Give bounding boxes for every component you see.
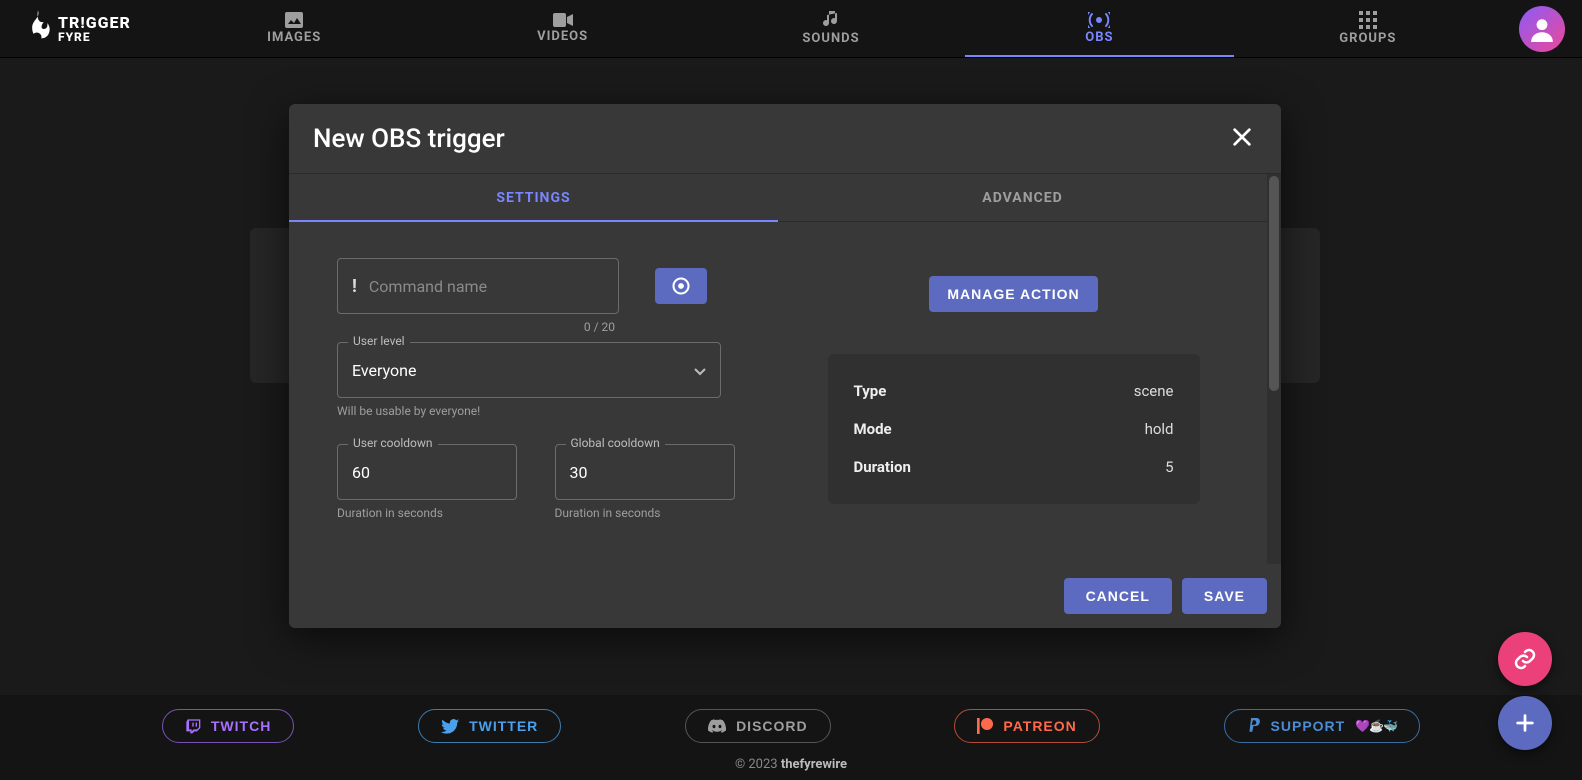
modal-tabs: SETTINGS ADVANCED bbox=[289, 174, 1267, 222]
modal-title: New OBS trigger bbox=[313, 124, 505, 154]
person-icon bbox=[1529, 16, 1555, 42]
redeem-toggle-button[interactable] bbox=[655, 268, 707, 304]
nav-tab-sounds[interactable]: SOUNDS bbox=[697, 0, 965, 57]
global-cooldown-field[interactable]: Global cooldown bbox=[555, 444, 735, 500]
cooldown-row: User cooldown Duration in seconds Global… bbox=[337, 444, 748, 520]
global-cooldown-label: Global cooldown bbox=[566, 436, 665, 450]
user-level-select[interactable]: User level Everyone bbox=[337, 342, 721, 398]
command-name-field[interactable]: ! bbox=[337, 258, 619, 314]
user-cooldown-field[interactable]: User cooldown bbox=[337, 444, 517, 500]
copyright: © 2023 thefyrewire bbox=[0, 757, 1582, 772]
nav-tab-videos[interactable]: VIDEOS bbox=[428, 0, 696, 57]
twitter-icon bbox=[441, 719, 459, 734]
app-logo[interactable]: TR!GGER FYRE bbox=[0, 10, 160, 48]
support-emoji: 💜☕🐳 bbox=[1355, 719, 1397, 733]
music-icon bbox=[823, 11, 839, 29]
modal-body: ! 0 / 20 User level Everyone bbox=[289, 222, 1267, 564]
scrollbar-thumb[interactable] bbox=[1269, 176, 1279, 391]
command-prefix: ! bbox=[352, 276, 357, 297]
manage-action-button[interactable]: MANAGE ACTION bbox=[929, 276, 1097, 312]
user-cooldown-helper: Duration in seconds bbox=[337, 506, 531, 520]
cancel-button[interactable]: CANCEL bbox=[1064, 578, 1172, 614]
broadcast-icon bbox=[1088, 12, 1110, 28]
user-level-label: User level bbox=[348, 334, 410, 348]
bottom-bar: TWITCH TWITTER DISCORD PATREON SUPPORT 💜… bbox=[0, 695, 1582, 780]
user-level-block: User level Everyone Will be usable by ev… bbox=[337, 342, 748, 418]
fab-link-button[interactable] bbox=[1498, 632, 1552, 686]
action-info-card: Type scene Mode hold Duration 5 bbox=[828, 354, 1200, 504]
twitch-icon bbox=[185, 718, 201, 734]
grid-icon bbox=[1359, 11, 1377, 29]
nav-tab-obs[interactable]: OBS bbox=[965, 0, 1233, 57]
top-navigation: TR!GGER FYRE IMAGES VIDEOS SOUNDS OBS GR… bbox=[0, 0, 1582, 58]
user-avatar[interactable] bbox=[1519, 6, 1565, 52]
discord-icon bbox=[708, 719, 726, 733]
social-links: TWITCH TWITTER DISCORD PATREON SUPPORT 💜… bbox=[0, 709, 1582, 743]
close-button[interactable] bbox=[1227, 122, 1257, 155]
twitter-link[interactable]: TWITTER bbox=[418, 709, 561, 743]
image-icon bbox=[285, 12, 303, 28]
user-cooldown-block: User cooldown Duration in seconds bbox=[337, 444, 531, 520]
fab-add-button[interactable] bbox=[1498, 696, 1552, 750]
info-row-duration: Duration 5 bbox=[854, 448, 1174, 486]
video-icon bbox=[553, 13, 573, 27]
nav-tab-groups[interactable]: GROUPS bbox=[1234, 0, 1502, 57]
chevron-down-icon bbox=[694, 361, 706, 380]
modal-scroll-area: SETTINGS ADVANCED ! 0 / 20 U bbox=[289, 173, 1281, 564]
plus-icon bbox=[1514, 712, 1536, 734]
user-cooldown-label: User cooldown bbox=[348, 436, 438, 450]
command-row: ! bbox=[337, 258, 748, 314]
discord-link[interactable]: DISCORD bbox=[685, 709, 831, 743]
modal-footer: CANCEL SAVE bbox=[289, 564, 1281, 628]
save-button[interactable]: SAVE bbox=[1182, 578, 1267, 614]
global-cooldown-block: Global cooldown Duration in seconds bbox=[555, 444, 749, 520]
patreon-icon bbox=[977, 718, 993, 734]
logo-text: TR!GGER FYRE bbox=[58, 15, 131, 43]
user-level-value: Everyone bbox=[352, 361, 694, 380]
flame-icon bbox=[24, 10, 52, 48]
settings-right-column: MANAGE ACTION Type scene Mode hold Durat… bbox=[808, 258, 1219, 520]
patreon-link[interactable]: PATREON bbox=[954, 709, 1099, 743]
info-row-type: Type scene bbox=[854, 372, 1174, 410]
link-icon bbox=[1513, 647, 1537, 671]
info-row-mode: Mode hold bbox=[854, 410, 1174, 448]
avatar-container bbox=[1502, 6, 1582, 52]
command-counter: 0 / 20 bbox=[337, 320, 619, 334]
new-obs-trigger-modal: New OBS trigger SETTINGS ADVANCED ! bbox=[289, 104, 1281, 628]
modal-header: New OBS trigger bbox=[289, 104, 1281, 173]
nav-tab-images[interactable]: IMAGES bbox=[160, 0, 428, 57]
twitch-link[interactable]: TWITCH bbox=[162, 709, 294, 743]
tab-advanced[interactable]: ADVANCED bbox=[778, 174, 1267, 221]
channel-points-icon bbox=[671, 276, 691, 296]
settings-left-column: ! 0 / 20 User level Everyone bbox=[337, 258, 748, 520]
close-icon bbox=[1231, 126, 1253, 148]
support-link[interactable]: SUPPORT 💜☕🐳 bbox=[1224, 709, 1421, 743]
modal-scrollbar[interactable] bbox=[1267, 174, 1281, 564]
nav-tabs: IMAGES VIDEOS SOUNDS OBS GROUPS bbox=[160, 0, 1502, 57]
global-cooldown-input[interactable] bbox=[570, 463, 773, 482]
tab-settings[interactable]: SETTINGS bbox=[289, 174, 778, 221]
paypal-icon bbox=[1247, 718, 1261, 734]
user-level-helper: Will be usable by everyone! bbox=[337, 404, 748, 418]
user-cooldown-input[interactable] bbox=[352, 463, 555, 482]
command-name-input[interactable] bbox=[369, 277, 604, 296]
global-cooldown-helper: Duration in seconds bbox=[555, 506, 749, 520]
